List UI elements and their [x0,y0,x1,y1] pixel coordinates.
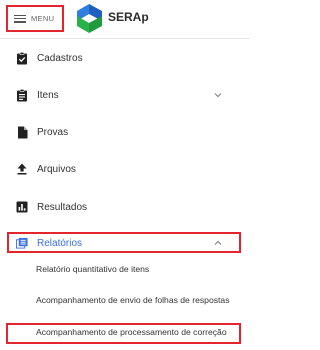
header-divider [0,38,250,39]
menu-label: MENU [31,14,55,23]
submenu-item-label: Acompanhamento de envio de folhas de res… [36,295,230,305]
app-header: MENU SERAp [0,0,250,38]
upload-icon [16,163,28,175]
hamburger-icon [14,14,26,23]
sidebar-item-itens[interactable]: Itens [0,81,250,109]
clipboard-list-icon [16,88,28,101]
sidebar-item-label: Itens [37,89,59,101]
bar-chart-icon [16,201,28,213]
submenu-item-label: Acompanhamento de processamento de corre… [36,327,227,337]
chevron-up-icon[interactable] [213,238,223,248]
serap-logo-icon [77,4,102,33]
sidebar-item-label: Relatórios [37,237,83,249]
document-icon [16,126,28,138]
sidebar-item-label: Provas [37,126,69,138]
report-list-icon [16,237,28,249]
sidebar-item-label: Resultados [37,201,88,213]
sidebar-item-provas[interactable]: Provas [0,118,250,146]
sidebar-item-label: Arquivos [37,163,76,175]
sidebar-item-cadastros[interactable]: Cadastros [0,44,250,72]
sidebar-item-resultados[interactable]: Resultados [0,193,250,221]
sidebar-item-relatorios[interactable]: Relatórios [0,229,250,257]
submenu-item-acompanhamento-processamento[interactable]: Acompanhamento de processamento de corre… [0,321,250,345]
menu-button[interactable]: MENU [6,5,64,32]
submenu-item-acompanhamento-envio[interactable]: Acompanhamento de envio de folhas de res… [0,289,250,313]
clipboard-check-icon [16,51,28,64]
submenu-item-label: Relatório quantitativo de itens [36,264,150,274]
submenu-item-relatorio-quantitativo[interactable]: Relatório quantitativo de itens [0,258,250,282]
brand-name: SERAp [108,10,149,24]
sidebar-item-arquivos[interactable]: Arquivos [0,155,250,183]
sidebar-item-label: Cadastros [37,52,83,64]
chevron-down-icon[interactable] [213,90,223,100]
